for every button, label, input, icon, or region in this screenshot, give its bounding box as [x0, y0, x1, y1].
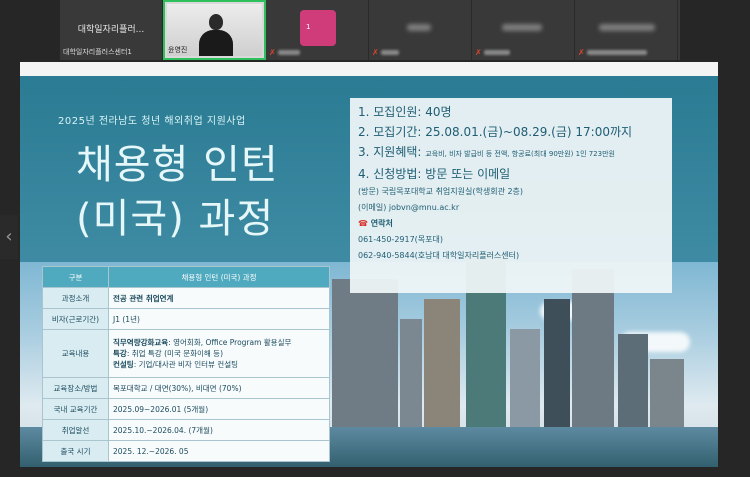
- participant-tile[interactable]: ✗: [575, 0, 678, 60]
- building: [424, 299, 460, 429]
- building: [572, 269, 614, 429]
- participant-label: ✗: [475, 48, 510, 57]
- mic-off-icon: ✗: [578, 48, 585, 57]
- contact-phone: 062-940-5844(호남대 대학일자리플러스센터): [358, 251, 520, 260]
- table-row: 출국 시기 2025. 12.~2026. 05: [42, 440, 330, 462]
- person-silhouette: [209, 14, 223, 30]
- table-key: 과정소개: [42, 287, 109, 309]
- participant-label: ✗: [372, 48, 399, 57]
- participant-tile[interactable]: 1 ✗: [266, 0, 369, 60]
- table-header: 구분: [42, 266, 109, 288]
- recruitment-info-box: 1. 모집인원: 40명 2. 모집기간: 25.08.01.(금)~08.29…: [350, 98, 672, 293]
- table-value: 2025.09~2026.01 (5개월): [108, 398, 330, 420]
- table-header-row: 구분 채용형 인턴 (미국) 과정: [42, 266, 330, 288]
- table-key: 출국 시기: [42, 440, 109, 462]
- participant-tile[interactable]: ✗: [472, 0, 575, 60]
- blurred-name: [407, 24, 431, 31]
- table-value: 직무역량강화교육: 영어회화, Office Program 활용실무 특강: …: [108, 329, 330, 378]
- avatar: 1: [300, 10, 336, 46]
- table-value: 목포대학교 / 대면(30%), 비대면 (70%): [108, 377, 330, 399]
- blurred-name: [380, 50, 399, 55]
- building: [650, 359, 684, 429]
- info-line: (이메일) jobvn@mnu.ac.kr: [358, 203, 460, 212]
- slide-title: 채용형 인턴 (미국) 과정: [76, 138, 279, 246]
- table-row: 교육장소/방법 목포대학교 / 대면(30%), 비대면 (70%): [42, 377, 330, 399]
- info-line: (방문) 국립목포대학교 취업지원실(학생회관 2층): [358, 187, 524, 196]
- program-table: 구분 채용형 인턴 (미국) 과정 과정소개 전공 관련 취업연계 비자(근로기…: [42, 266, 330, 462]
- phone-icon: ☎: [358, 219, 368, 228]
- contact-heading: ☎ 연락처: [358, 219, 393, 228]
- participant-label: ✗: [269, 48, 300, 57]
- table-row: 국내 교육기간 2025.09~2026.01 (5개월): [42, 398, 330, 420]
- table-key: 교육장소/방법: [42, 377, 109, 399]
- table-key: 교육내용: [42, 329, 109, 378]
- chevron-left-icon[interactable]: ‹: [0, 215, 18, 259]
- mic-off-icon: ✗: [269, 48, 276, 57]
- participant-tile[interactable]: 대학일자리플러... 대학일자리플러스센터1: [60, 0, 163, 60]
- blurred-name: [599, 24, 655, 31]
- info-line: 1. 모집인원: 40명: [358, 105, 452, 119]
- info-line: 2. 모집기간: 25.08.01.(금)~08.29.(금) 17:00까지: [358, 125, 633, 139]
- participant-label: 대학일자리플러스센터1: [63, 47, 132, 57]
- slide-title-line2: (미국) 과정: [76, 196, 275, 242]
- slide-top-bar: [20, 62, 718, 76]
- contact-phone: 061-450-2917(목포대): [358, 235, 443, 244]
- slide-subtitle: 2025년 전라남도 청년 해외취업 지원사업: [58, 116, 246, 127]
- shared-slide: 2025년 전라남도 청년 해외취업 지원사업 채용형 인턴 (미국) 과정 1…: [20, 62, 718, 467]
- participant-strip: 대학일자리플러... 대학일자리플러스센터1 윤영진 1 ✗ ✗ ✗ ✗: [60, 0, 680, 60]
- table-key: 취업알선: [42, 419, 109, 441]
- table-row: 비자(근로기간) J1 (1년): [42, 308, 330, 330]
- table-row: 과정소개 전공 관련 취업연계: [42, 287, 330, 309]
- blurred-name: [277, 50, 300, 55]
- building: [544, 299, 570, 429]
- participant-tile[interactable]: ✗: [369, 0, 472, 60]
- table-value: 2025. 12.~2026. 05: [108, 440, 330, 462]
- table-value: 2025.10.~2026.04. (7개월): [108, 419, 330, 441]
- building: [618, 334, 648, 429]
- slide-title-line1: 채용형 인턴: [76, 142, 279, 188]
- info-line: 4. 신청방법: 방문 또는 이메일: [358, 167, 511, 181]
- table-value: J1 (1년): [108, 308, 330, 330]
- table-key: 비자(근로기간): [42, 308, 109, 330]
- video-meeting-window: 대학일자리플러... 대학일자리플러스센터1 윤영진 1 ✗ ✗ ✗ ✗ ‹ 2…: [0, 0, 750, 477]
- participant-label-text: 윤영진: [168, 46, 188, 54]
- mic-off-icon: ✗: [475, 48, 482, 57]
- blurred-name: [586, 50, 647, 55]
- building: [332, 279, 398, 429]
- mic-off-icon: ✗: [372, 48, 379, 57]
- table-key: 국내 교육기간: [42, 398, 109, 420]
- participant-name: 대학일자리플러...: [77, 25, 145, 35]
- participant-label-text: 대학일자리플러스센터1: [63, 48, 132, 56]
- building: [510, 329, 540, 429]
- table-row: 교육내용 직무역량강화교육: 영어회화, Office Program 활용실무…: [42, 329, 330, 378]
- table-header: 채용형 인턴 (미국) 과정: [108, 266, 330, 288]
- participant-label: 윤영진: [168, 45, 187, 55]
- person-body: [199, 30, 233, 56]
- blurred-name: [502, 24, 542, 31]
- participant-label: ✗: [578, 48, 647, 57]
- info-line: 3. 지원혜택: 교육비, 비자 발급비 등 전액, 항공료(최대 90만원) …: [358, 145, 615, 159]
- table-value: 전공 관련 취업연계: [108, 287, 330, 309]
- table-row: 취업알선 2025.10.~2026.04. (7개월): [42, 419, 330, 441]
- participant-tile-active[interactable]: 윤영진: [163, 0, 266, 60]
- building: [400, 319, 422, 429]
- blurred-name: [483, 50, 510, 55]
